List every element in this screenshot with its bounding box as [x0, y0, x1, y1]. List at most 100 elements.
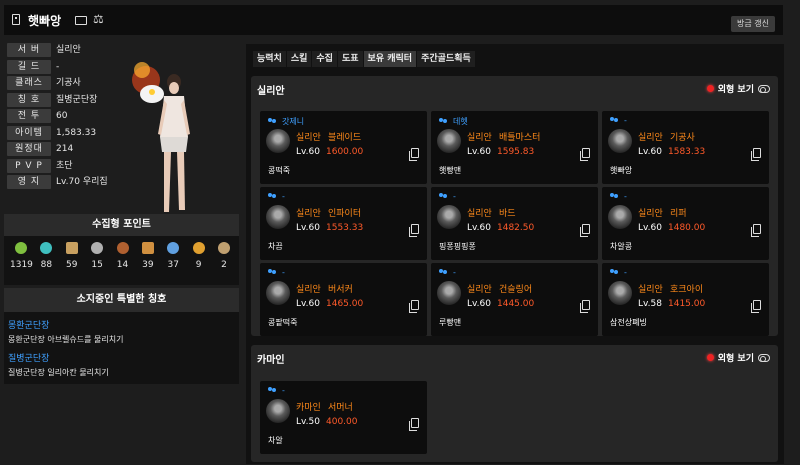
copy-icon[interactable]: [409, 224, 419, 237]
info-label: P V P: [7, 158, 51, 173]
character-card[interactable]: - 실리안 기공사 Lv.60 1583.33 햇빠앙: [602, 111, 769, 184]
info-label: 서 버: [7, 43, 51, 57]
server-name: 카마인: [257, 355, 285, 366]
character-card[interactable]: - 실리안 버서커 Lv.60 1465.00 콩팥떡죽: [260, 263, 427, 336]
title-desc: 질병군단장 일리아칸 물리치기: [8, 368, 109, 377]
character-level: Lv.60: [467, 299, 491, 309]
info-value: 실리안: [56, 45, 81, 55]
guild-icon: [610, 269, 619, 276]
collect-item[interactable]: 15: [86, 242, 108, 270]
character-avatar: [266, 281, 290, 305]
character-item-level: 1583.33: [668, 147, 706, 157]
character-level: Lv.60: [296, 223, 320, 233]
guild-name: -: [624, 192, 627, 201]
tab-weekly-gold[interactable]: 주간골드획득: [417, 51, 475, 67]
info-label: 전 투: [7, 109, 51, 123]
tab-bar: 능력치 스킬 수집 도표 보유 캐릭터 주간골드획득: [253, 51, 476, 67]
tab-characters[interactable]: 보유 캐릭터: [363, 51, 417, 67]
character-item-level: 1595.83: [497, 147, 535, 157]
scale-icon[interactable]: ⚖: [93, 13, 104, 25]
special-titles-title: 소지중인 특별한 칭호: [4, 288, 239, 312]
character-class: 바드: [499, 209, 516, 219]
character-name: 핑퐁핑핑퐁: [439, 242, 476, 251]
guild-name: -: [453, 268, 456, 277]
collect-value: 2: [221, 260, 227, 270]
collect-value: 37: [167, 260, 179, 270]
collect-item[interactable]: 37: [162, 242, 184, 270]
character-item-level: 1482.50: [497, 223, 535, 233]
character-level: Lv.60: [638, 147, 662, 157]
appearance-toggle[interactable]: 외형 보기: [706, 351, 770, 364]
tab-chart[interactable]: 도표: [337, 51, 363, 67]
server-section: 카마인 외형 보기 - 카마인 서머너 Lv.50 400.00 차알: [251, 345, 778, 462]
title-desc: 몽환군단장 아브렐슈드를 물리치기: [8, 335, 124, 344]
copy-icon[interactable]: [751, 224, 761, 237]
copy-icon[interactable]: [580, 300, 590, 313]
sea-bounty-icon: [218, 242, 230, 254]
collect-item[interactable]: 59: [61, 242, 83, 270]
character-item-level: 1415.00: [668, 299, 706, 309]
copy-icon[interactable]: [580, 224, 590, 237]
collect-item[interactable]: 39: [137, 242, 159, 270]
character-avatar: [437, 205, 461, 229]
copy-icon[interactable]: [409, 148, 419, 161]
info-label: 영 지: [7, 175, 51, 189]
mokoko-seed-icon: [15, 242, 27, 254]
collect-value: 14: [116, 260, 129, 270]
appearance-toggle[interactable]: 외형 보기: [706, 82, 770, 95]
info-label: 칭 호: [7, 92, 51, 107]
character-card[interactable]: - 실리안 바드 Lv.60 1482.50 핑퐁핑핑퐁: [431, 187, 598, 260]
tab-stats[interactable]: 능력치: [253, 51, 286, 67]
profile-panel: 서 버 실리안 길 드 - 클래스 기공사 칭 호 질병군단장 전 투 60 아…: [4, 42, 239, 212]
tab-collection[interactable]: 수집: [312, 51, 337, 67]
character-avatar: [266, 129, 290, 153]
character-class: 리퍼: [670, 209, 687, 219]
refresh-button[interactable]: 방금 갱신: [731, 16, 775, 32]
guild-icon: [439, 118, 448, 125]
character-avatar: [266, 399, 290, 423]
character-card[interactable]: - 실리안 인파이터 Lv.60 1553.33 차끔: [260, 187, 427, 260]
toggle-switch-icon[interactable]: [758, 84, 770, 93]
collect-value: 88: [40, 260, 53, 270]
guild-icon: [268, 193, 277, 200]
collect-item[interactable]: 2: [213, 242, 235, 270]
character-card[interactable]: - 실리안 호크아이 Lv.58 1415.00 삼전상폐빙: [602, 263, 769, 336]
collect-item[interactable]: 14: [112, 242, 134, 270]
character-avatar: [437, 281, 461, 305]
character-card[interactable]: 데헷 실리안 배틀마스터 Lv.60 1595.83 햇빵맨: [431, 111, 598, 184]
server-section: 실리안 외형 보기 갓제니 실리안 블레이드 Lv.60 1600.00 콩떡죽…: [251, 76, 778, 336]
record-dot-icon: [706, 85, 714, 92]
character-avatar: [608, 205, 632, 229]
copy-icon[interactable]: [580, 148, 590, 161]
copy-icon[interactable]: [751, 300, 761, 313]
toggle-switch-icon[interactable]: [758, 353, 770, 362]
collect-item[interactable]: 1319: [10, 242, 33, 270]
character-server: 실리안: [296, 209, 321, 219]
guild-icon: [439, 269, 448, 276]
collect-item[interactable]: 88: [35, 242, 57, 270]
character-card[interactable]: - 실리안 리퍼 Lv.60 1480.00 차알콩: [602, 187, 769, 260]
id-card-icon[interactable]: [75, 16, 87, 25]
character-card[interactable]: - 카마인 서머너 Lv.50 400.00 차알: [260, 381, 427, 454]
copy-icon[interactable]: [409, 418, 419, 431]
guild-name: -: [282, 268, 285, 277]
character-name: 삼전상폐빙: [610, 318, 647, 327]
title-item: 질병군단장 질병군단장 일리아칸 물리치기: [4, 351, 239, 378]
collect-item[interactable]: 9: [188, 242, 210, 270]
character-avatar: [266, 205, 290, 229]
character-card[interactable]: 갓제니 실리안 블레이드 Lv.60 1600.00 콩떡죽: [260, 111, 427, 184]
character-card[interactable]: - 실리안 건슬링어 Lv.60 1445.00 루빵맨: [431, 263, 598, 336]
character-class: 건슬링어: [499, 285, 533, 295]
info-label: 길 드: [7, 59, 51, 74]
guild-name: -: [282, 386, 285, 395]
guild-icon: [268, 387, 277, 394]
ignea-token-icon: [116, 242, 129, 254]
copy-icon[interactable]: [409, 300, 419, 313]
character-name: 차끔: [268, 242, 283, 251]
tab-skills[interactable]: 스킬: [286, 51, 312, 67]
character-server: 실리안: [638, 285, 663, 295]
copy-icon[interactable]: [751, 148, 761, 161]
character-name: 햇빠앙: [610, 166, 633, 175]
bookmark-icon[interactable]: [12, 14, 20, 25]
character-name: 콩떡죽: [268, 166, 291, 175]
